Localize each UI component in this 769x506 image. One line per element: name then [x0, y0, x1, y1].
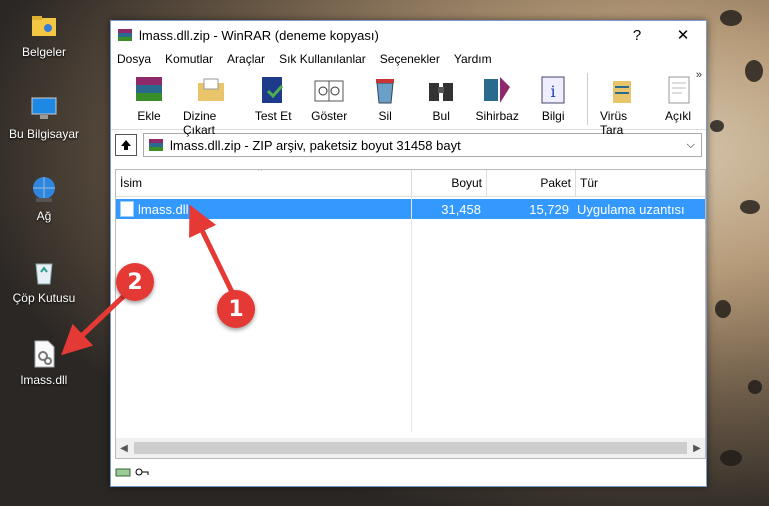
file-name-cell: lmass.dll	[116, 199, 411, 219]
desktop-icon-label: Belgeler	[21, 45, 67, 59]
menu-bar: Dosya Komutlar Araçlar Sık Kullanılanlar…	[111, 49, 706, 69]
desktop-icon-label: Ağ	[36, 209, 52, 223]
horizontal-scrollbar[interactable]: ◀ ▶	[116, 438, 705, 458]
menu-tools[interactable]: Araçlar	[227, 52, 265, 66]
drive-icon	[115, 468, 131, 477]
add-button[interactable]: Ekle	[121, 69, 177, 123]
virus-scan-button[interactable]: Virüs Tara	[594, 69, 650, 137]
menu-favorites[interactable]: Sık Kullanılanlar	[279, 52, 366, 66]
desktop-icon-label: lmass.dll	[20, 373, 68, 387]
test-button[interactable]: Test Et	[245, 69, 301, 123]
scroll-left-icon[interactable]: ◀	[116, 443, 132, 454]
archive-icon	[149, 139, 163, 151]
extract-to-button[interactable]: Dizine Çıkart	[177, 69, 245, 137]
comment-label: Açıkl	[664, 109, 691, 123]
find-button[interactable]: Bul	[413, 69, 469, 123]
extract-to-label: Dizine Çıkart	[183, 109, 217, 137]
network-globe-icon	[33, 177, 55, 202]
file-size-cell: 31,458	[441, 201, 481, 217]
toolbar-separator	[587, 73, 588, 125]
file-type-cell: Uygulama uzantısı	[577, 201, 685, 217]
desktop-icon-network[interactable]: Ağ	[4, 174, 84, 223]
status-bar	[115, 464, 149, 480]
column-packed-header[interactable]: Paket	[487, 170, 576, 196]
file-packed-cell: 15,729	[529, 201, 569, 217]
winrar-app-icon	[118, 29, 132, 41]
test-label: Test Et	[254, 109, 292, 123]
virus-scan-icon	[613, 81, 631, 103]
svg-text:i: i	[551, 82, 556, 101]
add-archive-icon	[136, 77, 162, 101]
title-bar: lmass.dll.zip - WinRAR (deneme kopyası) …	[111, 21, 706, 49]
path-text: lmass.dll.zip - ZIP arşiv, paketsiz boyu…	[170, 137, 461, 153]
window-title: lmass.dll.zip - WinRAR (deneme kopyası)	[139, 27, 379, 43]
wallpaper-pattern	[700, 0, 769, 506]
desktop-icon-documents[interactable]: Belgeler	[4, 10, 84, 59]
wizard-button[interactable]: Sihirbaz	[469, 69, 525, 123]
file-icon	[120, 201, 134, 217]
help-button[interactable]: ?	[614, 21, 660, 49]
column-type-header[interactable]: Tür	[576, 170, 705, 196]
add-label: Ekle	[137, 109, 161, 123]
delete-button[interactable]: Sil	[357, 69, 413, 123]
scroll-thumb[interactable]	[134, 442, 687, 454]
close-button[interactable]: ✕	[660, 21, 706, 49]
up-arrow-icon	[121, 140, 131, 150]
winrar-window: lmass.dll.zip - WinRAR (deneme kopyası) …	[110, 20, 707, 487]
column-size-header[interactable]: Boyut	[412, 170, 487, 196]
info-button[interactable]: i Bilgi	[525, 69, 581, 123]
step-badge-1: 1	[217, 290, 255, 328]
extract-folder-icon	[198, 78, 225, 101]
info-icon: i	[541, 76, 565, 104]
delete-bin-icon	[376, 79, 395, 104]
menu-options[interactable]: Seçenekler	[380, 52, 440, 66]
binoculars-icon	[429, 83, 454, 101]
computer-icon	[31, 97, 57, 119]
desktop-icon-this-pc[interactable]: Bu Bilgisayar	[4, 92, 84, 141]
desktop-icon-lmass-dll[interactable]: lmass.dll	[4, 338, 84, 387]
virus-scan-label: Virüs Tara	[600, 109, 628, 137]
wizard-label: Sihirbaz	[475, 109, 519, 123]
dll-file-icon	[34, 340, 55, 368]
up-folder-button[interactable]	[115, 134, 137, 156]
desktop-icon-label: Bu Bilgisayar	[8, 127, 80, 141]
file-list: İsim ⌃ Boyut Paket Tür lmass.dll 31,458 …	[115, 169, 706, 459]
menu-file[interactable]: Dosya	[117, 52, 151, 66]
find-label: Bul	[432, 109, 450, 123]
menu-help[interactable]: Yardım	[454, 52, 492, 66]
list-header: İsim ⌃ Boyut Paket Tür	[116, 170, 705, 197]
info-label: Bilgi	[541, 109, 565, 123]
comment-icon	[668, 76, 690, 104]
key-icon	[135, 468, 149, 476]
wizard-icon	[484, 77, 511, 103]
test-book-icon	[262, 77, 284, 103]
view-label: Göster	[311, 109, 348, 123]
view-book-icon	[314, 80, 344, 102]
step-badge-2: 2	[116, 263, 154, 301]
delete-label: Sil	[378, 109, 392, 123]
toolbar-overflow-button[interactable]: »	[696, 69, 702, 81]
column-divider	[411, 196, 412, 432]
folder-user-icon	[32, 16, 56, 36]
desktop-icon-recycle-bin[interactable]: Çöp Kutusu	[4, 256, 84, 305]
chevron-down-icon: ⌵	[686, 138, 695, 151]
recycle-bin-icon	[35, 263, 53, 285]
desktop-icon-label: Çöp Kutusu	[12, 291, 76, 305]
toolbar: Ekle Dizine Çıkart Test Et Göster Sil Bu…	[111, 69, 706, 137]
column-name-header[interactable]: İsim ⌃	[116, 170, 412, 196]
view-button[interactable]: Göster	[301, 69, 357, 123]
menu-commands[interactable]: Komutlar	[165, 52, 213, 66]
scroll-right-icon[interactable]: ▶	[689, 443, 705, 454]
sort-asc-icon: ⌃	[256, 169, 264, 177]
